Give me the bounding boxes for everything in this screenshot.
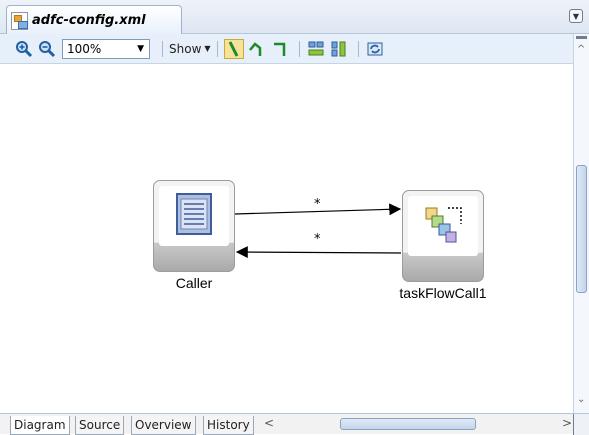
node-label-task-flow-call: taskFlowCall1	[399, 285, 487, 301]
diagram-canvas[interactable]: * * Caller taskFlowCall1	[0, 65, 573, 413]
toolbar-separator	[298, 40, 300, 57]
align-vertical-icon[interactable]	[329, 39, 349, 59]
node-caller[interactable]	[153, 180, 235, 272]
scroll-right-icon[interactable]: >	[562, 416, 572, 430]
diagram-toolbar: 100% ▼ Show ▼	[0, 34, 573, 64]
tab-label: Overview	[135, 418, 192, 432]
refresh-layout-icon[interactable]	[365, 39, 385, 59]
zoom-in-icon[interactable]	[14, 39, 34, 59]
document-tab-title: adfc-config.xml	[32, 13, 146, 28]
horizontal-scroll-thumb[interactable]	[340, 418, 476, 430]
edge-label: *	[314, 197, 321, 212]
node-body	[408, 196, 478, 256]
chevron-down-icon: ▼	[204, 44, 211, 53]
scroll-top-marker	[576, 36, 587, 39]
zoom-level-select[interactable]: 100% ▼	[62, 38, 150, 59]
edges-layer	[234, 203, 402, 259]
bottom-bar: Diagram Source Overview History < >	[0, 413, 589, 435]
straight-line-icon[interactable]	[223, 38, 244, 59]
document-tab[interactable]: adfc-config.xml	[6, 5, 182, 35]
tab-history[interactable]: History	[203, 416, 254, 435]
adfc-file-icon	[11, 11, 28, 30]
tab-diagram[interactable]: Diagram	[10, 416, 70, 435]
polyline-icon[interactable]	[247, 39, 267, 59]
tab-source[interactable]: Source	[75, 416, 125, 435]
show-menu-button[interactable]: Show ▼	[169, 42, 211, 56]
tab-label: Source	[79, 418, 121, 432]
chevron-down-icon: ▼	[137, 43, 144, 54]
toolbar-separator	[162, 40, 163, 57]
task-flow-call-icon	[425, 207, 462, 243]
node-body	[159, 186, 229, 246]
tab-label: History	[207, 418, 250, 432]
align-horizontal-icon[interactable]	[306, 39, 326, 59]
toolbar-separator	[216, 40, 218, 57]
node-task-flow-call[interactable]	[402, 190, 484, 282]
zoom-level-value: 100%	[67, 41, 102, 56]
scroll-left-icon[interactable]: <	[264, 416, 274, 430]
node-label-caller: Caller	[175, 275, 213, 291]
vertical-scroll-thumb[interactable]	[576, 165, 587, 293]
editor-tab-bar: adfc-config.xml ▼	[0, 0, 589, 35]
scroll-down-icon[interactable]: ⌄	[577, 394, 585, 405]
show-label: Show	[169, 41, 202, 56]
scroll-up-icon[interactable]: ^	[577, 44, 585, 55]
zoom-out-icon[interactable]	[37, 39, 57, 59]
view-activity-icon	[176, 193, 212, 235]
vertical-scrollbar[interactable]: ^ ⌄	[573, 34, 589, 413]
scrollbar-corner	[573, 414, 589, 435]
tab-label: Diagram	[14, 418, 66, 432]
orthogonal-line-icon[interactable]	[270, 39, 290, 59]
horizontal-scrollbar[interactable]: < >	[262, 416, 573, 433]
toolbar-separator	[357, 40, 359, 57]
edge-label: *	[314, 232, 321, 247]
edge-taskflow-to-caller[interactable]	[235, 246, 402, 259]
tab-overview[interactable]: Overview	[131, 416, 196, 435]
tab-list-dropdown-button[interactable]: ▼	[569, 9, 583, 23]
